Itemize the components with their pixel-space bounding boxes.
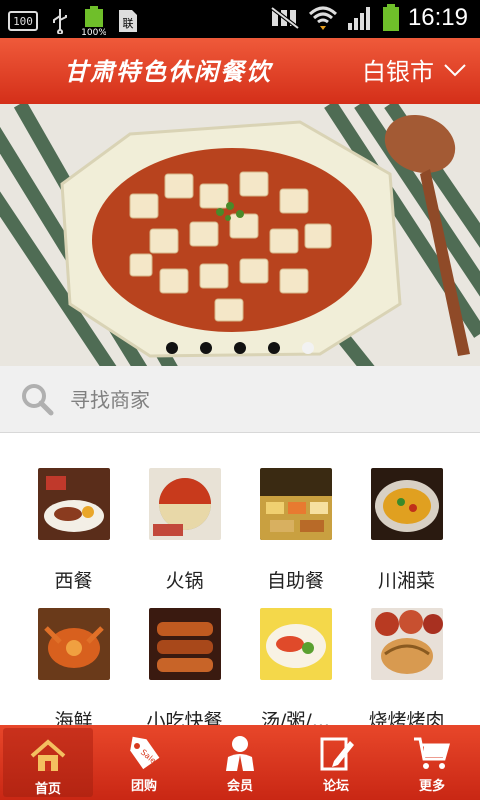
category-thumbnail	[370, 468, 443, 540]
mute-icon	[270, 6, 300, 30]
pager-dot[interactable]	[268, 342, 280, 354]
category-label: 川湘菜	[377, 570, 435, 592]
category-sichuan-hunan[interactable]: 川湘菜	[351, 468, 462, 593]
city-selector[interactable]: 白银市	[362, 52, 466, 87]
battery-percent: 100%	[82, 28, 106, 36]
nav-label: 会员	[226, 779, 253, 794]
usb-icon	[53, 9, 67, 34]
battery-icon: 100%	[82, 6, 106, 36]
notification-badge: 100	[8, 11, 38, 31]
forum-edit-icon	[320, 737, 354, 771]
banner-pager	[0, 336, 480, 360]
nav-label: 更多	[418, 779, 445, 794]
category-thumbnail	[37, 468, 110, 540]
category-label: 自助餐	[266, 570, 324, 592]
category-hotpot[interactable]: 火锅	[129, 468, 240, 593]
category-thumbnail	[259, 468, 332, 540]
clock: 16:19	[407, 4, 468, 31]
status-bar: 100 100% 联 16:19	[0, 0, 480, 38]
battery-full-icon	[382, 4, 399, 31]
category-buffet[interactable]: 自助餐	[240, 468, 351, 593]
nav-home[interactable]: 首页	[3, 728, 93, 797]
nav-label: 首页	[34, 782, 61, 797]
nav-label: 团购	[130, 779, 157, 794]
sim-icon: 联	[119, 10, 137, 32]
pager-dot[interactable]	[200, 342, 212, 354]
home-icon	[30, 739, 66, 771]
category-thumbnail	[148, 608, 221, 680]
svg-text:联: 联	[123, 17, 134, 30]
nav-group-buy[interactable]: Sale 团购	[96, 725, 192, 800]
category-thumbnail	[370, 608, 443, 680]
nav-label: 论坛	[322, 779, 349, 794]
nav-more[interactable]: 更多	[384, 725, 480, 800]
sale-tag-icon: Sale	[130, 736, 160, 770]
cart-icon	[414, 737, 450, 769]
pager-dot[interactable]	[166, 342, 178, 354]
signal-icon	[347, 7, 370, 30]
pager-dot[interactable]	[234, 342, 246, 354]
category-grid: 西餐 火锅 自助餐 川湘菜 海鲜 小吃快餐 汤/粥/... 烧烤烤肉	[0, 433, 480, 732]
wifi-icon	[308, 6, 337, 30]
category-soup-congee[interactable]: 汤/粥/...	[240, 608, 351, 733]
pager-dot-active[interactable]	[302, 342, 314, 354]
category-bbq[interactable]: 烧烤烤肉	[351, 608, 462, 733]
category-western[interactable]: 西餐	[18, 468, 129, 593]
promo-banner[interactable]	[0, 104, 480, 366]
category-label: 火锅	[165, 570, 204, 592]
category-thumbnail	[148, 468, 221, 540]
search-input[interactable]	[68, 384, 452, 416]
category-seafood[interactable]: 海鲜	[18, 608, 129, 733]
search-bar[interactable]	[0, 366, 480, 433]
app-header: 甘肃特色休闲餐饮 白银市	[0, 38, 480, 104]
chevron-down-icon	[444, 63, 466, 76]
nav-forum[interactable]: 论坛	[288, 725, 384, 800]
city-label: 白银市	[362, 58, 434, 86]
app-title: 甘肃特色休闲餐饮	[64, 57, 272, 86]
category-thumbnail	[259, 608, 332, 680]
category-snack-fastfood[interactable]: 小吃快餐	[129, 608, 240, 733]
nav-member[interactable]: 会员	[192, 725, 288, 800]
bottom-nav: 首页 Sale 团购 会员 论坛 更多	[0, 725, 480, 800]
category-label: 西餐	[54, 570, 93, 592]
member-icon	[226, 736, 254, 771]
banner-image	[0, 104, 480, 366]
search-icon	[22, 384, 54, 416]
category-thumbnail	[37, 608, 110, 680]
